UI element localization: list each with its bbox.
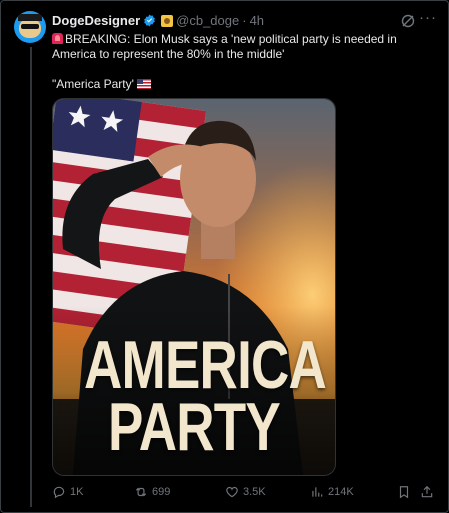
grok-icon[interactable]	[400, 13, 416, 29]
timestamp[interactable]: 4h	[250, 13, 264, 28]
views-button[interactable]: 214K	[310, 485, 354, 499]
action-bar: 1K 699 3.5K 214K	[52, 485, 442, 501]
avatar-glasses	[21, 24, 39, 29]
reply-button[interactable]: 1K	[52, 485, 83, 499]
views-count: 214K	[328, 486, 354, 498]
like-count: 3.5K	[243, 486, 266, 498]
repost-count: 699	[152, 486, 171, 498]
poster-title-line2: PARTY	[108, 389, 281, 465]
avatar-hat	[18, 14, 42, 21]
post-header: DogeDesigner @cb_doge · 4h	[52, 13, 264, 28]
post-image[interactable]: AMERICA PARTY	[52, 98, 336, 476]
verified-badge-icon	[144, 14, 156, 27]
like-icon	[226, 486, 238, 498]
views-icon	[312, 487, 323, 497]
bookmark-icon	[399, 486, 409, 499]
us-flag-icon	[136, 79, 151, 89]
post-text: BREAKING: Elon Musk says a 'new politica…	[52, 32, 442, 62]
affiliate-badge-icon	[161, 14, 174, 27]
post-body: BREAKING: Elon Musk says a 'new politica…	[52, 32, 397, 61]
post-quote-line: "America Party'	[52, 77, 151, 91]
thread-line	[30, 47, 32, 507]
siren-icon	[52, 33, 63, 44]
more-icon[interactable]: ···	[419, 9, 437, 26]
handle[interactable]: @cb_doge	[176, 13, 239, 28]
avatar[interactable]	[14, 11, 46, 43]
display-name[interactable]: DogeDesigner	[52, 13, 140, 28]
repost-button[interactable]: 699	[134, 485, 170, 499]
share-button[interactable]	[420, 485, 434, 499]
reply-count: 1K	[70, 486, 84, 498]
bookmark-button[interactable]	[397, 485, 411, 499]
share-icon	[421, 485, 433, 498]
post-container[interactable]: DogeDesigner @cb_doge · 4h ··· BREAKING:…	[0, 0, 449, 513]
separator: ·	[242, 13, 247, 28]
repost-icon	[135, 487, 147, 497]
reply-icon	[53, 486, 65, 499]
post-quote: "America Party'	[52, 77, 134, 91]
like-button[interactable]: 3.5K	[225, 485, 266, 499]
